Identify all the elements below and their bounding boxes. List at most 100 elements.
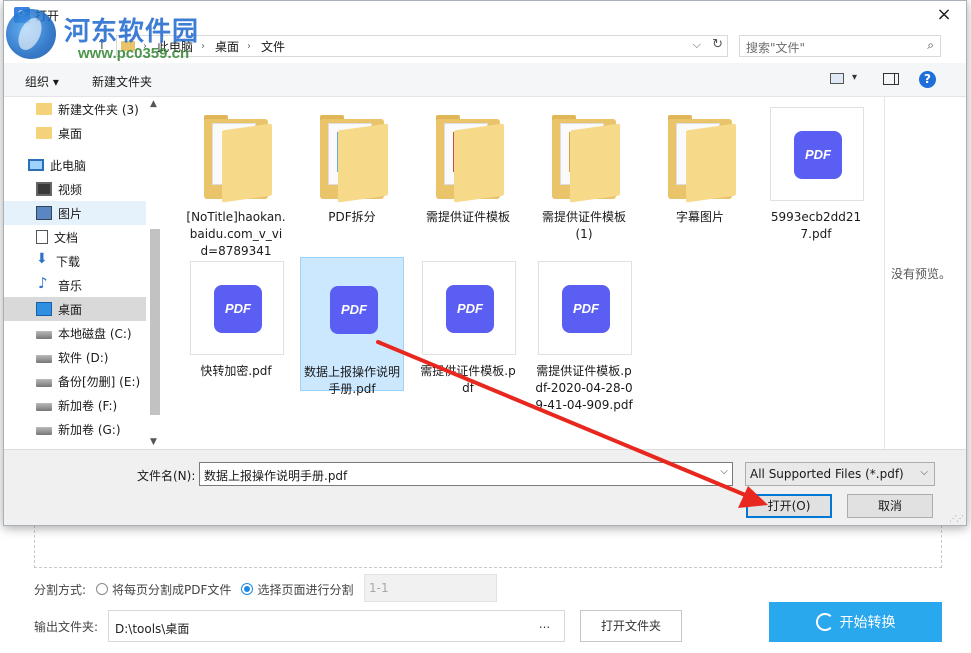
- search-icon: ⌕: [927, 38, 934, 52]
- file-item-pdf[interactable]: PDF 5993ecb2dd217.pdf: [764, 103, 868, 243]
- nav-item-drive-f[interactable]: 新加卷 (F:): [4, 393, 146, 417]
- chevron-down-icon[interactable]: ⌵: [720, 466, 728, 477]
- nav-item-label: 本地磁盘 (C:): [58, 326, 132, 341]
- nav-item-label: 桌面: [58, 126, 83, 141]
- preview-pane-icon[interactable]: [883, 73, 899, 85]
- scroll-down-icon[interactable]: ▼: [150, 437, 157, 447]
- file-item-pdf-selected[interactable]: PDF 数据上报操作说明手册.pdf: [300, 257, 404, 396]
- filename-input[interactable]: 数据上报操作说明手册.pdf ⌵: [199, 462, 733, 486]
- nav-item-new-folder[interactable]: 新建文件夹 (3): [4, 97, 146, 121]
- folder-icon: [36, 103, 52, 115]
- chevron-right-icon: ›: [247, 40, 252, 52]
- file-item-pdf[interactable]: PDF 快转加密.pdf: [184, 257, 288, 380]
- pdf-icon: PDF: [304, 262, 400, 358]
- up-arrow-icon[interactable]: ↑: [96, 37, 108, 53]
- help-icon[interactable]: ?: [919, 71, 936, 88]
- breadcrumb-this-pc[interactable]: 此电脑: [157, 38, 193, 55]
- nav-item-drive-g[interactable]: 新加卷 (G:): [4, 417, 146, 441]
- nav-item-label: 此电脑: [50, 158, 87, 173]
- filename-value: 数据上报操作说明手册.pdf: [204, 469, 348, 483]
- file-item-folder[interactable]: 需提供证件模板: [416, 103, 520, 226]
- open-file-dialog: ⟳ 打开 × ↑ › 此电脑 › 桌面 › 文件 ⌵ ↻ 搜索"文件" ⌕ 组织…: [3, 0, 967, 526]
- address-bar[interactable]: › 此电脑 › 桌面 › 文件 ⌵ ↻: [116, 35, 728, 57]
- file-name: 需提供证件模板 (1): [541, 210, 626, 241]
- chevron-down-icon[interactable]: ⌵: [693, 38, 701, 52]
- file-name: 数据上报操作说明手册.pdf: [303, 365, 400, 396]
- nav-item-documents[interactable]: 文档: [4, 225, 146, 249]
- resize-grip-icon[interactable]: ⋰⋰: [949, 514, 964, 523]
- file-name: 字幕图片: [675, 210, 724, 224]
- nav-item-label: 软件 (D:): [58, 350, 109, 365]
- search-input[interactable]: 搜索"文件" ⌕: [739, 35, 941, 57]
- breadcrumb-desktop[interactable]: 桌面: [215, 38, 239, 55]
- drive-icon: [36, 355, 52, 363]
- page-range-input[interactable]: 1-1: [364, 574, 497, 602]
- folder-icon: [536, 107, 632, 203]
- nav-item-videos[interactable]: 视频: [4, 177, 146, 201]
- drive-icon: [36, 379, 52, 387]
- file-item-folder[interactable]: 字幕图片: [648, 103, 752, 226]
- nav-item-drive-c[interactable]: 本地磁盘 (C:): [4, 321, 146, 345]
- split-mode-label: 分割方式:: [34, 582, 87, 597]
- search-placeholder: 搜索"文件": [746, 41, 806, 55]
- file-item-pdf[interactable]: PDF 需提供证件模板.pdf: [416, 257, 520, 397]
- address-row: ↑ › 此电脑 › 桌面 › 文件 ⌵ ↻ 搜索"文件" ⌕: [4, 31, 966, 61]
- file-name: 需提供证件模板.pdf-2020-04-28-09-41-04-909.pdf: [535, 364, 633, 412]
- folder-icon: [304, 107, 400, 203]
- file-type-value: All Supported Files (*.pdf): [750, 467, 904, 481]
- output-folder-label: 输出文件夹:: [34, 620, 99, 634]
- file-item-pdf[interactable]: PDF 需提供证件模板.pdf-2020-04-28-09-41-04-909.…: [532, 257, 636, 414]
- drop-zone: [34, 520, 942, 568]
- folder-icon: [36, 127, 52, 139]
- nav-item-downloads[interactable]: 下载: [4, 249, 146, 273]
- radio-select-pages-label[interactable]: 选择页面进行分割: [257, 581, 353, 598]
- view-dropdown-icon[interactable]: ▾: [852, 72, 857, 83]
- no-preview-text: 没有预览。: [891, 267, 952, 281]
- nav-item-desktop-folder[interactable]: 桌面: [4, 121, 146, 145]
- close-button[interactable]: ×: [934, 4, 954, 25]
- refresh-icon[interactable]: ↻: [712, 37, 723, 52]
- file-type-select[interactable]: All Supported Files (*.pdf) ⌵: [745, 462, 935, 486]
- nav-item-pictures[interactable]: 图片: [4, 201, 146, 225]
- organize-menu[interactable]: 组织 ▾: [25, 73, 59, 90]
- nav-item-drive-e[interactable]: 备份[勿删] (E:): [4, 369, 146, 393]
- scroll-thumb[interactable]: [150, 229, 160, 415]
- nav-item-drive-d[interactable]: 软件 (D:): [4, 345, 146, 369]
- view-icon[interactable]: [830, 73, 844, 84]
- nav-item-label: 下载: [56, 254, 81, 269]
- file-name: PDF拆分: [328, 210, 376, 224]
- open-folder-button[interactable]: 打开文件夹: [580, 610, 682, 642]
- start-convert-label: 开始转换: [839, 615, 896, 631]
- open-button[interactable]: 打开(O): [746, 494, 832, 518]
- radio-each-page-label[interactable]: 将每页分割成PDF文件: [112, 581, 231, 598]
- radio-select-pages[interactable]: [241, 583, 254, 595]
- pdf-icon: PDF: [420, 261, 516, 357]
- breadcrumb-files[interactable]: 文件: [261, 38, 285, 55]
- nav-item-label: 图片: [58, 206, 83, 221]
- start-convert-button[interactable]: 开始转换: [769, 602, 942, 642]
- pdf-icon: PDF: [768, 107, 864, 203]
- new-folder-button[interactable]: 新建文件夹: [92, 73, 152, 90]
- scroll-up-icon[interactable]: ▲: [150, 99, 157, 109]
- nav-item-label: 新加卷 (G:): [58, 422, 121, 437]
- nav-item-this-pc[interactable]: 此电脑: [4, 153, 146, 177]
- file-list: [NoTitle]haokan.baidu.com_v_vid=8789341 …: [164, 97, 884, 449]
- file-item-folder[interactable]: 需提供证件模板 (1): [532, 103, 636, 243]
- browse-button[interactable]: ...: [525, 610, 565, 642]
- refresh-icon: [815, 613, 834, 631]
- file-item-folder[interactable]: [NoTitle]haokan.baidu.com_v_vid=8789341: [184, 103, 288, 260]
- cancel-button[interactable]: 取消: [847, 494, 933, 518]
- nav-item-music[interactable]: 音乐: [4, 273, 146, 297]
- picture-icon: [36, 206, 52, 220]
- radio-each-page[interactable]: [96, 583, 109, 595]
- output-folder-input[interactable]: D:\tools\桌面: [108, 610, 526, 642]
- preview-pane: 没有预览。: [884, 97, 966, 449]
- desktop-icon: [36, 302, 52, 316]
- filename-label: 文件名(N):: [137, 469, 196, 483]
- nav-item-label: 桌面: [58, 302, 83, 317]
- nav-scrollbar[interactable]: ▲ ▼: [147, 97, 163, 449]
- file-item-folder[interactable]: PDF拆分: [300, 103, 404, 226]
- chevron-right-icon: ›: [143, 40, 147, 52]
- folder-icon: [652, 107, 748, 203]
- nav-item-desktop[interactable]: 桌面: [4, 297, 146, 321]
